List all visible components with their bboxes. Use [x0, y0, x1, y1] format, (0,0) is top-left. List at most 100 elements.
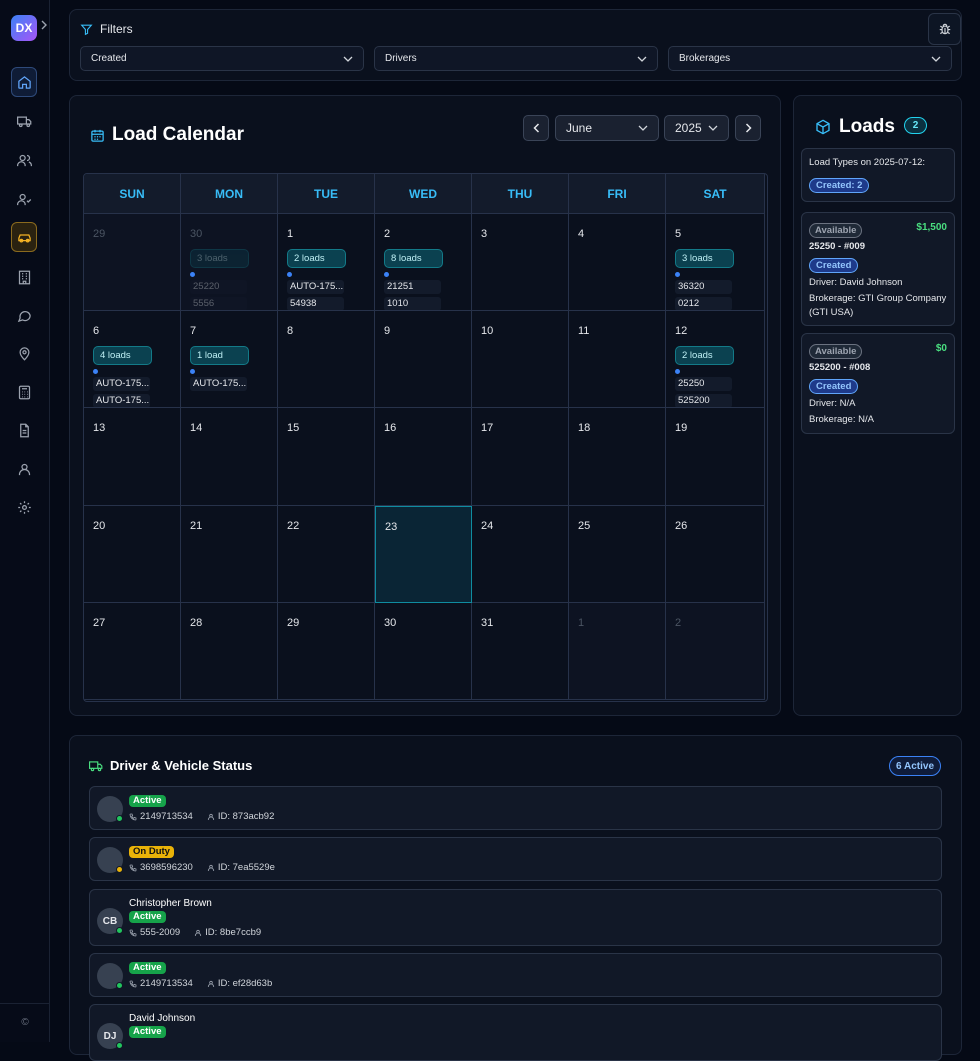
- calendar-load-item[interactable]: 25250: [675, 377, 732, 392]
- sidebar-item-calculator[interactable]: [11, 377, 37, 407]
- sidebar-item-map[interactable]: [11, 338, 37, 368]
- calendar-day[interactable]: 2 8 loads 21251 1010: [375, 214, 472, 312]
- driver-id: ID: 7ea5529e: [217, 862, 275, 873]
- calendar-load-item[interactable]: 525200: [675, 394, 732, 408]
- created-filter-select[interactable]: Created: [80, 46, 364, 71]
- driver-row[interactable]: On Duty 3698596230 ID: 7ea5529e: [89, 837, 942, 881]
- driver-row[interactable]: Active 2149713534 ID: ef28d63b: [89, 953, 942, 997]
- calendar-day[interactable]: 27: [84, 602, 181, 700]
- day-number: 7: [190, 325, 197, 338]
- created-count-badge[interactable]: Created: 2: [809, 178, 870, 193]
- sidebar-item-drivers[interactable]: [11, 184, 37, 214]
- calendar-load-item[interactable]: 54938: [287, 297, 344, 311]
- calendar-day[interactable]: 2: [666, 602, 765, 700]
- sidebar-item-settings[interactable]: [11, 492, 37, 522]
- driver-row[interactable]: DJ David Johnson Active: [89, 1004, 942, 1061]
- app-logo[interactable]: DX: [11, 15, 37, 41]
- calendar-day[interactable]: 28: [181, 602, 278, 700]
- calendar-day[interactable]: 16: [375, 408, 472, 506]
- load-price: $1,500: [916, 222, 947, 233]
- calendar-day[interactable]: 30 3 loads 25220 5556: [181, 214, 278, 312]
- calendar-load-item[interactable]: AUTO-175...: [190, 377, 247, 392]
- created-filter-value: Created: [91, 53, 127, 64]
- calendar-day[interactable]: 1: [569, 602, 666, 700]
- calendar-day[interactable]: 14: [181, 408, 278, 506]
- calendar-day[interactable]: 4: [569, 214, 666, 312]
- calendar-day[interactable]: 12 2 loads 25250 525200: [666, 311, 765, 409]
- calendar-day[interactable]: 11: [569, 311, 666, 409]
- calendar-day[interactable]: 1 2 loads AUTO-175... 54938: [278, 214, 375, 312]
- brokerages-filter-select[interactable]: Brokerages: [668, 46, 952, 71]
- load-card[interactable]: Available $1,500 25250 - #009 Created Dr…: [801, 212, 955, 326]
- calendar-load-item[interactable]: 0212: [675, 297, 732, 311]
- calendar-day[interactable]: 29: [278, 602, 375, 700]
- load-brokerage: Brokerage: GTI Group Company (GTI USA): [809, 293, 947, 318]
- calendar-day[interactable]: 30: [375, 602, 472, 700]
- user-icon: [207, 864, 214, 871]
- calendar-day[interactable]: 9: [375, 311, 472, 409]
- sidebar-item-trucks[interactable]: [11, 106, 37, 136]
- load-calendar-panel: Load Calendar June 2025 SUN MON TUE WED THU F…: [69, 95, 781, 716]
- driver-row[interactable]: CB Christopher Brown Active 555-2009 ID: 8be…: [89, 889, 942, 946]
- load-indicator-dot: [675, 272, 680, 277]
- calendar-load-item[interactable]: 25220: [190, 280, 247, 294]
- next-month-button[interactable]: [735, 115, 761, 141]
- loads-header: Loads: [815, 116, 895, 138]
- calendar-day[interactable]: 20: [84, 505, 181, 603]
- calendar-day-today[interactable]: 23: [375, 505, 472, 603]
- calendar-day[interactable]: 5 3 loads 36320 0212: [666, 214, 765, 312]
- calendar-day[interactable]: 31: [472, 602, 569, 700]
- calendar-day[interactable]: 15: [278, 408, 375, 506]
- day-number: 2: [675, 616, 682, 629]
- calendar-load-item[interactable]: 5556: [190, 297, 247, 311]
- load-count-badge[interactable]: 3 loads: [675, 249, 734, 268]
- calendar-day[interactable]: 26: [666, 505, 765, 603]
- sidebar-item-documents[interactable]: [11, 415, 37, 445]
- calendar-day[interactable]: 21: [181, 505, 278, 603]
- load-count-badge[interactable]: 1 load: [190, 346, 249, 366]
- calendar-load-item[interactable]: AUTO-175...: [93, 394, 150, 408]
- load-count-badge[interactable]: 2 loads: [675, 346, 734, 366]
- day-number: 20: [93, 519, 106, 532]
- load-card[interactable]: Available $0 525200 - #008 Created Drive…: [801, 333, 955, 434]
- driver-name: Christopher Brown: [129, 898, 212, 909]
- load-count-badge[interactable]: 3 loads: [190, 249, 249, 268]
- debug-button[interactable]: [928, 13, 961, 45]
- weekday-header: WED: [375, 174, 472, 214]
- calendar-load-item[interactable]: 36320: [675, 280, 732, 294]
- calendar-day[interactable]: 3: [472, 214, 569, 312]
- calendar-load-item[interactable]: AUTO-175...: [93, 377, 150, 392]
- driver-row[interactable]: Active 2149713534 ID: 873acb92: [89, 786, 942, 830]
- calendar-day[interactable]: 17: [472, 408, 569, 506]
- calendar-day[interactable]: 18: [569, 408, 666, 506]
- sidebar-item-home[interactable]: [11, 67, 37, 97]
- calendar-load-item[interactable]: AUTO-175...: [287, 280, 344, 294]
- sidebar-item-users[interactable]: [11, 145, 37, 175]
- calendar-day[interactable]: 8: [278, 311, 375, 409]
- drivers-filter-select[interactable]: Drivers: [374, 46, 658, 71]
- load-count-badge[interactable]: 8 loads: [384, 249, 443, 268]
- chevron-right-icon[interactable]: [40, 20, 48, 30]
- sidebar-item-loads[interactable]: [11, 222, 37, 252]
- load-count-badge[interactable]: 2 loads: [287, 249, 346, 268]
- year-select[interactable]: 2025: [664, 115, 729, 141]
- load-count-badge[interactable]: 4 loads: [93, 346, 152, 366]
- month-select[interactable]: June: [555, 115, 659, 141]
- calendar-load-item[interactable]: 21251: [384, 280, 441, 294]
- day-number: 5: [675, 228, 682, 240]
- sidebar-item-messages[interactable]: [11, 300, 37, 330]
- calendar-day[interactable]: 19: [666, 408, 765, 506]
- load-id: 25250 - #009: [809, 241, 865, 252]
- calendar-day[interactable]: 22: [278, 505, 375, 603]
- calendar-day[interactable]: 7 1 load AUTO-175...: [181, 311, 278, 409]
- calendar-day[interactable]: 25: [569, 505, 666, 603]
- calendar-day[interactable]: 6 4 loads AUTO-175... AUTO-175...: [84, 311, 181, 409]
- sidebar-item-companies[interactable]: [11, 262, 37, 292]
- calendar-load-item[interactable]: 1010: [384, 297, 441, 311]
- sidebar-item-profile[interactable]: [11, 454, 37, 484]
- calendar-day[interactable]: 13: [84, 408, 181, 506]
- calendar-day[interactable]: 29: [84, 214, 181, 312]
- calendar-day[interactable]: 24: [472, 505, 569, 603]
- calendar-day[interactable]: 10: [472, 311, 569, 409]
- prev-month-button[interactable]: [523, 115, 549, 141]
